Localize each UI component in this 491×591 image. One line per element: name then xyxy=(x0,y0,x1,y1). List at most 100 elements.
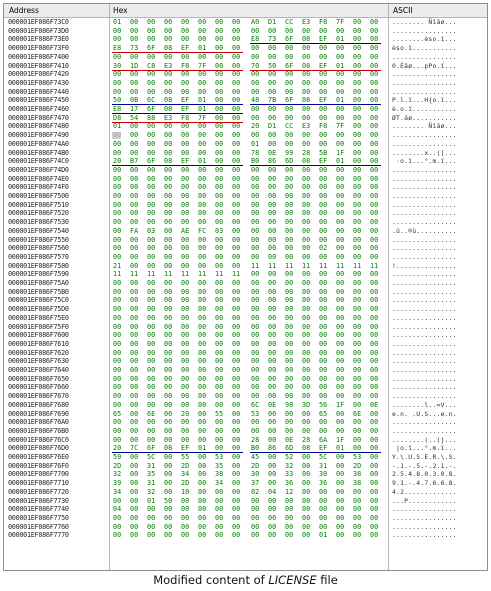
hex-byte[interactable]: 34 xyxy=(181,470,189,479)
hex-byte[interactable]: 01 xyxy=(113,18,121,27)
row-ascii[interactable]: ................ xyxy=(392,305,457,314)
hex-byte[interactable]: 1F xyxy=(336,436,344,445)
hex-byte[interactable]: 00 xyxy=(181,418,189,427)
hex-byte[interactable]: 01 xyxy=(251,140,259,149)
hex-byte[interactable]: 00 xyxy=(198,366,206,375)
hex-byte[interactable]: 00 xyxy=(370,209,378,218)
hex-byte[interactable]: 00 xyxy=(319,53,327,62)
hex-byte[interactable]: 00 xyxy=(232,479,240,488)
hex-byte[interactable]: 00 xyxy=(164,418,172,427)
hex-byte[interactable]: 00 xyxy=(130,175,138,184)
row-ascii[interactable]: ................ xyxy=(392,79,457,88)
hex-row[interactable]: 000001EF086F75D0 00 00 00 00 00 00 00 00 00 00 00 00… xyxy=(4,305,487,314)
hex-byte[interactable]: 00 xyxy=(302,305,310,314)
hex-byte[interactable]: 00 xyxy=(113,201,121,210)
hex-row[interactable]: 000001EF086F7750 00 00 00 00 00 00 00 00 00 00 00 00… xyxy=(4,514,487,523)
hex-byte[interactable]: 00 xyxy=(164,149,172,158)
ascii-column-header[interactable]: ASCII xyxy=(393,6,413,15)
hex-byte[interactable]: 00 xyxy=(353,18,361,27)
hex-byte[interactable]: 00 xyxy=(370,488,378,497)
hex-byte[interactable]: 00 xyxy=(198,479,206,488)
hex-byte[interactable]: 00 xyxy=(302,349,310,358)
hex-byte[interactable]: 00 xyxy=(215,427,223,436)
hex-byte[interactable]: 00 xyxy=(319,375,327,384)
hex-byte[interactable]: 00 xyxy=(215,296,223,305)
hex-byte[interactable]: 00 xyxy=(232,505,240,514)
hex-byte[interactable]: D1 xyxy=(268,18,276,27)
hex-row[interactable]: 000001EF086F7570 00 00 00 00 00 00 00 00 00 00 00 00… xyxy=(4,253,487,262)
row-ascii[interactable]: ................ xyxy=(392,244,457,253)
row-ascii[interactable]: ................ xyxy=(392,131,457,140)
hex-byte[interactable]: 00 xyxy=(130,79,138,88)
hex-byte[interactable]: 00 xyxy=(130,27,138,36)
hex-byte[interactable]: 00 xyxy=(353,114,361,123)
hex-byte[interactable]: 00 xyxy=(198,209,206,218)
hex-byte[interactable]: 00 xyxy=(302,253,310,262)
hex-byte[interactable]: 00 xyxy=(370,523,378,532)
hex-byte[interactable]: 00 xyxy=(353,375,361,384)
hex-byte[interactable]: 32 xyxy=(285,462,293,471)
hex-byte[interactable]: 00 xyxy=(198,531,206,540)
hex-byte[interactable]: 00 xyxy=(130,149,138,158)
hex-byte[interactable]: 00 xyxy=(215,175,223,184)
hex-byte[interactable]: 00 xyxy=(370,105,378,114)
hex-byte[interactable]: 00 xyxy=(147,192,155,201)
hex-byte[interactable]: 00 xyxy=(285,497,293,506)
hex-byte[interactable]: 00 xyxy=(147,244,155,253)
hex-byte[interactable]: 00 xyxy=(353,175,361,184)
hex-byte[interactable]: 00 xyxy=(232,383,240,392)
hex-byte[interactable]: 00 xyxy=(319,357,327,366)
hex-byte[interactable]: 00 xyxy=(130,323,138,332)
row-ascii[interactable]: ·o.ï...°.m.ï... xyxy=(392,157,457,166)
hex-byte[interactable]: 00 xyxy=(370,427,378,436)
hex-byte[interactable]: 00 xyxy=(164,218,172,227)
hex-byte[interactable]: 7F xyxy=(336,122,344,131)
hex-byte[interactable]: 00 xyxy=(232,497,240,506)
hex-byte[interactable]: 00 xyxy=(336,140,344,149)
hex-byte[interactable]: 00 xyxy=(268,70,276,79)
hex-byte[interactable]: 11 xyxy=(147,270,155,279)
hex-byte[interactable]: 00 xyxy=(268,44,276,53)
hex-byte[interactable]: 00 xyxy=(147,262,155,271)
hex-column-header[interactable]: Hex xyxy=(113,6,128,15)
hex-byte[interactable]: F8 xyxy=(319,122,327,131)
hex-byte[interactable]: 00 xyxy=(285,288,293,297)
hex-byte[interactable]: 00 xyxy=(302,114,310,123)
hex-byte[interactable]: 00 xyxy=(268,357,276,366)
hex-byte[interactable]: 00 xyxy=(147,140,155,149)
hex-byte[interactable]: 00 xyxy=(215,288,223,297)
hex-byte[interactable]: 00 xyxy=(113,427,121,436)
hex-byte[interactable]: 00 xyxy=(268,288,276,297)
hex-byte[interactable]: 38 xyxy=(353,479,361,488)
hex-byte[interactable]: 00 xyxy=(302,531,310,540)
hex-byte[interactable]: 00 xyxy=(319,331,327,340)
row-ascii[interactable]: 4.2............. xyxy=(392,488,457,497)
hex-byte[interactable]: 00 xyxy=(268,79,276,88)
hex-byte[interactable]: 00 xyxy=(268,53,276,62)
hex-byte[interactable]: 00 xyxy=(232,209,240,218)
hex-byte[interactable]: 00 xyxy=(147,53,155,62)
hex-byte[interactable]: 00 xyxy=(285,114,293,123)
hex-byte[interactable]: 00 xyxy=(181,392,189,401)
row-ascii[interactable]: ................ xyxy=(392,236,457,245)
hex-byte[interactable]: 00 xyxy=(215,18,223,27)
hex-byte[interactable]: 99 xyxy=(285,149,293,158)
hex-byte[interactable]: 00 xyxy=(181,149,189,158)
hex-byte[interactable]: 00 xyxy=(232,410,240,419)
hex-byte[interactable]: 11 xyxy=(130,270,138,279)
hex-byte[interactable]: 00 xyxy=(353,392,361,401)
hex-byte[interactable]: 00 xyxy=(268,427,276,436)
hex-byte[interactable]: 00 xyxy=(232,366,240,375)
hex-byte[interactable]: 00 xyxy=(353,436,361,445)
hex-row[interactable]: 000001EF086F76C0 00 00 00 00 00 00 00 00 28 00 0E 28… xyxy=(4,436,487,445)
hex-byte[interactable]: 00 xyxy=(319,105,327,114)
hex-byte[interactable]: 00 xyxy=(268,523,276,532)
hex-byte[interactable]: 6E xyxy=(147,410,155,419)
hex-byte[interactable]: 00 xyxy=(181,27,189,36)
hex-byte[interactable]: 00 xyxy=(251,366,259,375)
hex-byte[interactable]: 00 xyxy=(353,279,361,288)
hex-byte[interactable]: 00 xyxy=(164,79,172,88)
hex-byte[interactable]: 00 xyxy=(302,383,310,392)
hex-byte[interactable]: 00 xyxy=(130,375,138,384)
row-ascii[interactable]: ................ xyxy=(392,270,457,279)
